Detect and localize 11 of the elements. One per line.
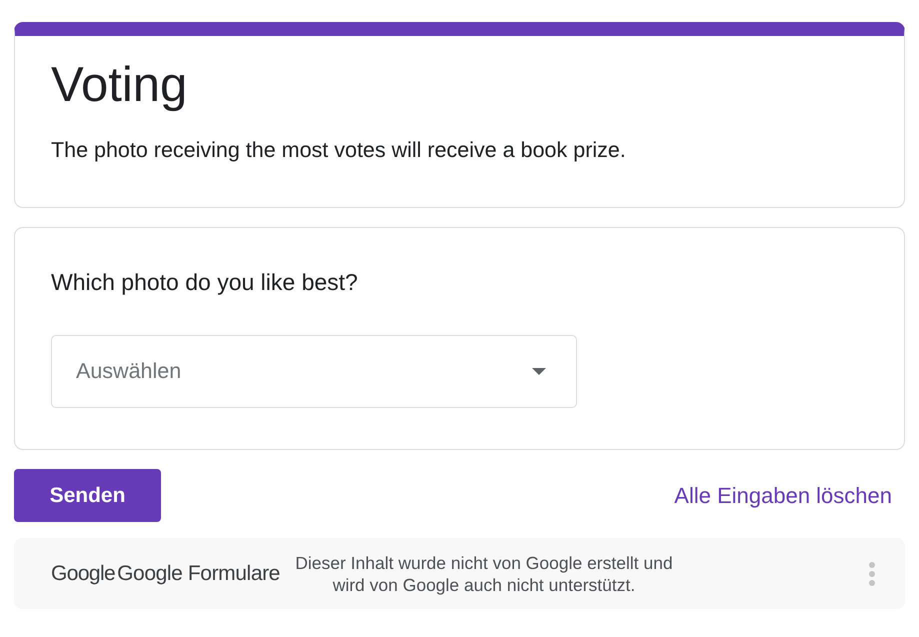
product-name: Google Formulare <box>117 562 280 586</box>
disclaimer-text: Dieser Inhalt wurde nicht von Google erstellt und wird von Google auch nicht unterstützt. <box>294 552 674 596</box>
question-title: Which photo do you like best? <box>51 268 359 296</box>
submit-button[interactable]: Senden <box>14 469 161 522</box>
more-options-icon[interactable] <box>869 562 875 586</box>
google-logo: Google <box>51 562 116 586</box>
form-description: The photo receiving the most votes will receive a book prize. <box>51 137 627 164</box>
form-title: Voting <box>51 57 188 114</box>
dropdown-field[interactable]: Auswählen <box>51 335 577 408</box>
caret-down-icon <box>532 368 546 375</box>
clear-form-link[interactable]: Alle Eingaben löschen <box>674 482 892 508</box>
